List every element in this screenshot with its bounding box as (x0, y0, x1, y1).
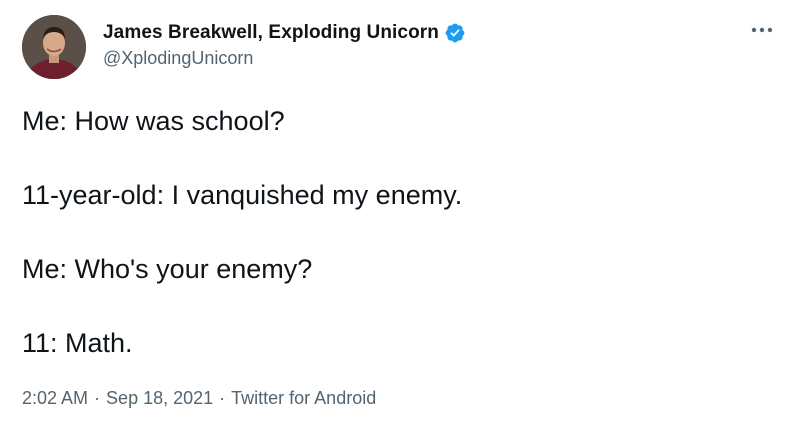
user-handle[interactable]: @XplodingUnicorn (103, 48, 466, 69)
tweet-line: Me: How was school? (22, 106, 285, 136)
meta-separator: · (219, 388, 226, 408)
more-options-button[interactable] (748, 20, 776, 40)
name-row: James Breakwell, Exploding Unicorn (103, 20, 466, 46)
meta-separator: · (94, 388, 101, 408)
display-name[interactable]: James Breakwell, Exploding Unicorn (103, 22, 439, 44)
avatar[interactable] (22, 15, 86, 79)
tweet-line: 11-year-old: I vanquished my enemy. (22, 180, 463, 210)
tweet-meta: 2:02 AM · Sep 18, 2021 · Twitter for Android (22, 388, 376, 409)
tweet-card: James Breakwell, Exploding Unicorn @Xplo… (0, 0, 800, 432)
verified-badge-icon (444, 22, 466, 44)
tweet-source[interactable]: Twitter for Android (231, 388, 376, 408)
tweet-line: 11: Math. (22, 328, 133, 358)
tweet-date[interactable]: Sep 18, 2021 (106, 388, 213, 408)
more-horizontal-icon (751, 27, 773, 33)
avatar-photo-icon (22, 15, 86, 79)
tweet-time[interactable]: 2:02 AM (22, 388, 88, 408)
tweet-header: James Breakwell, Exploding Unicorn @Xplo… (103, 20, 466, 69)
tweet-line: Me: Who's your enemy? (22, 254, 313, 284)
tweet-text: Me: How was school? 11-year-old: I vanqu… (22, 104, 782, 400)
